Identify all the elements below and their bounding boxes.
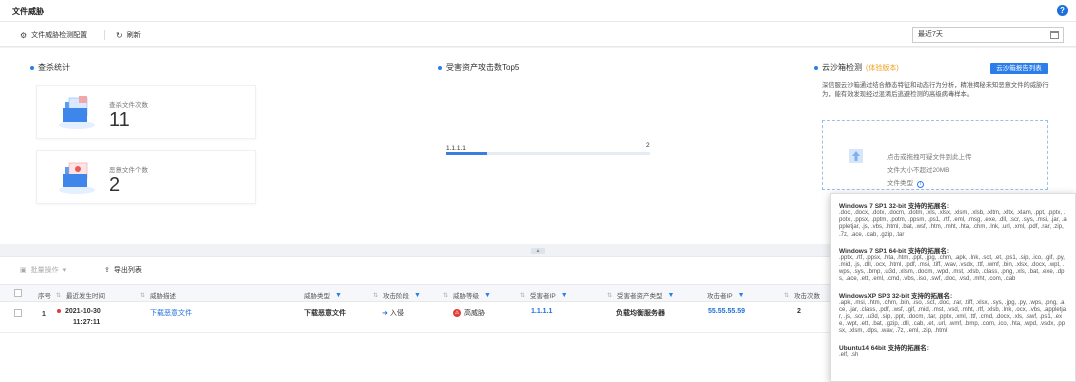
filter-icon: ▼ (335, 291, 342, 299)
top5-bar-label: 1.1.1.1 (446, 145, 466, 152)
sandbox-version-badge: (体验版本) (866, 64, 899, 72)
row-desc-link[interactable]: 下载恶意文件 (150, 308, 192, 318)
collapse-handle[interactable]: ▲ (531, 248, 545, 254)
refresh-icon: ↻ (116, 30, 123, 40)
chevron-down-icon: ▾ (62, 267, 67, 274)
col-time[interactable]: ⇅ 最近发生时间 (56, 290, 105, 301)
scan-stats-title: 查杀统计 (30, 62, 70, 73)
sandbox-title: 云沙箱检测 (体验版本) (814, 62, 899, 73)
tooltip-section-title: Windows 7 SP1 32-bit 支持的拓展名: (839, 203, 950, 210)
tooltip-section-title: Windows 7 SP1 64-bit 支持的拓展名: (839, 247, 950, 255)
sandbox-title-text: 云沙箱检测 (822, 63, 862, 72)
row-time: 11:27:11 (73, 319, 101, 326)
file-scan-illustration (59, 96, 95, 129)
upload-hint: 点击或拖拽可疑文件到此上传 (887, 154, 972, 161)
tooltip-section-title: Ubuntu14 64bit 支持的拓展名: (839, 344, 929, 352)
refresh-button[interactable]: ↻ 刷新 (116, 30, 141, 40)
row-type: 下载恶意文件 (304, 310, 346, 317)
top5-bar-track (446, 152, 650, 155)
bullet-dot (814, 65, 818, 70)
upload-size-limit: 文件大小不超过20MB (887, 167, 950, 174)
upload-icon (849, 149, 863, 163)
col-type[interactable]: 威胁类型 ▼ (304, 290, 342, 301)
row-stage: ➜ 入侵 (382, 310, 404, 317)
filter-icon: ▼ (484, 291, 491, 299)
scan-stats-title-text: 查杀统计 (38, 63, 70, 72)
intrusion-icon: ➜ (382, 310, 388, 317)
filter-icon: ▼ (414, 291, 421, 299)
col-level[interactable]: ⇅ 威胁等级 ▼ (443, 290, 491, 301)
malicious-count-card: 恶意文件个数 2 (36, 150, 256, 204)
row-level: ⚠ 高威胁 (453, 309, 485, 318)
info-icon[interactable]: i (917, 181, 924, 188)
top5-bar-fill (446, 152, 487, 155)
row-victim-ip-link[interactable]: 1.1.1.1 (531, 308, 552, 315)
col-index: 序号 (38, 293, 51, 300)
row-attacker-ip-link[interactable]: 55.55.55.59 (708, 308, 745, 315)
tooltip-section-body: .elf, .sh (839, 351, 859, 358)
upload-file-type: 文件类型 i (887, 177, 924, 188)
tooltip-section-body: .doc, .docx, .dotx, .docm, .dotm, .xls, … (839, 210, 1067, 238)
col-stage[interactable]: ⇅ 攻击阶段 ▼ (373, 290, 421, 301)
file-type-tooltip: Windows 7 SP1 32-bit 支持的拓展名: .doc, .docx… (830, 193, 1076, 382)
row-index: 1 (42, 311, 46, 318)
date-range-value: 最近7天 (918, 31, 943, 38)
filter-icon: ▼ (667, 291, 675, 299)
scan-count-value: 11 (109, 109, 130, 131)
bullet-dot (30, 65, 34, 70)
filter-icon: ▼ (737, 291, 745, 299)
malicious-file-illustration (59, 162, 95, 194)
page-title: 文件威胁 (12, 7, 44, 16)
top5-title-text: 受害资产攻击数Top5 (446, 63, 520, 72)
row-checkbox[interactable] (14, 309, 22, 317)
gear-icon: ⚙ (20, 30, 28, 40)
file-upload-dropzone[interactable]: 点击或拖拽可疑文件到此上传 文件大小不超过20MB 文件类型 i (822, 120, 1048, 190)
bulk-action-label: 批量操作 (30, 267, 59, 274)
bullet-dot (438, 65, 442, 70)
alert-dot (57, 309, 61, 314)
row-date: 2021-10-30 (57, 308, 101, 315)
help-icon[interactable]: ? (1057, 5, 1068, 16)
col-desc[interactable]: ⇅ 威胁描述 (140, 290, 176, 301)
scan-count-card: 查杀文件次数 11 (36, 85, 256, 139)
tooltip-section-title: WindowsXP SP3 32-bit 支持的拓展名: (839, 292, 953, 300)
row-count: 2 (797, 308, 801, 315)
calendar-icon (1050, 31, 1059, 39)
malicious-count-label: 恶意文件个数 (109, 167, 148, 174)
col-asset-type[interactable]: ⇅ 受害者资产类型 ▼ (607, 290, 675, 301)
refresh-label: 刷新 (126, 32, 141, 39)
top5-title: 受害资产攻击数Top5 (438, 62, 519, 73)
high-threat-icon: ⚠ (453, 309, 461, 318)
date-range-select[interactable]: 最近7天 (912, 27, 1064, 43)
tooltip-section-body: .apk, .msi, .htm, .chm, .bin, .iso, .sct… (839, 299, 1067, 335)
export-icon: ⇪ (104, 267, 110, 274)
sandbox-description: 深信服云沙箱通过结合静态特征和动态行为分析，精准揭秘未知恶意文件的威胁行为，能有… (822, 82, 1049, 98)
sandbox-report-list-button[interactable]: 云沙箱报告列表 (990, 63, 1048, 74)
select-all-checkbox[interactable] (14, 289, 22, 297)
export-list-label: 导出列表 (113, 267, 142, 274)
bulk-action-button[interactable]: ▣ 批量操作 ▾ (20, 265, 66, 275)
top5-bar-count: 2 (646, 142, 650, 149)
toolbar: ⚙ 文件威胁检测配置 ↻ 刷新 最近7天 (0, 22, 1076, 47)
malicious-count-value: 2 (109, 174, 121, 196)
export-list-button[interactable]: ⇪ 导出列表 (104, 265, 142, 275)
col-count[interactable]: ⇅ 攻击次数 (784, 290, 820, 301)
detection-config-button[interactable]: ⚙ 文件威胁检测配置 (20, 30, 87, 40)
tooltip-section-body: .pptx, .rtf, .ppsx, .hta, .htm, .ppt, .j… (839, 254, 1065, 283)
file-type-label: 文件类型 (887, 180, 913, 187)
page-header: 文件威胁 ? (0, 0, 1076, 22)
col-victim-ip[interactable]: ⇅ 受害者IP ▼ (520, 290, 568, 301)
filter-icon: ▼ (560, 291, 568, 299)
col-attacker-ip[interactable]: 攻击者IP ▼ (707, 290, 745, 301)
bulk-icon: ▣ (20, 267, 27, 274)
toolbar-divider (104, 30, 105, 40)
detection-config-label: 文件威胁检测配置 (31, 32, 88, 39)
row-asset-type: 负载均衡服务器 (616, 310, 665, 317)
scan-count-label: 查杀文件次数 (109, 102, 148, 109)
